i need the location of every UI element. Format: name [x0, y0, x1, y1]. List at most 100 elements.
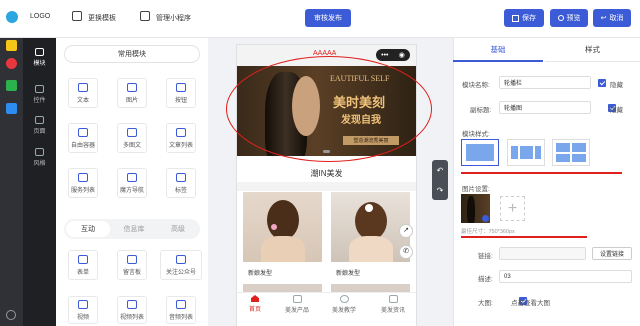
link-input[interactable]	[499, 247, 586, 260]
style-preview-icon	[556, 143, 570, 152]
document-icon[interactable]	[6, 103, 17, 114]
logo-text: LOGO	[30, 13, 51, 20]
module-image[interactable]: 图片	[117, 78, 147, 108]
module-button[interactable]: 按钮	[166, 78, 196, 108]
style-option-3[interactable]	[552, 139, 590, 166]
style-preview-icon	[556, 153, 570, 162]
sidenav-item-controls[interactable]: 控件	[29, 85, 50, 104]
manage-app-link[interactable]: 管理小程序	[156, 13, 191, 23]
module-container[interactable]: 自由容器	[68, 123, 98, 153]
common-modules-header: 常用模块	[64, 45, 200, 63]
module-video-list[interactable]: 视频列表	[117, 296, 147, 324]
change-template-link[interactable]: 更换模板	[88, 13, 116, 23]
sidenav-label: 页面	[33, 129, 46, 135]
plus-square-icon	[35, 48, 44, 56]
undo-icon: ↩	[600, 15, 607, 22]
product-image-1[interactable]	[243, 192, 322, 262]
module-video[interactable]: 视频	[68, 296, 98, 324]
module-article-list[interactable]: 文章列表	[166, 123, 196, 153]
redo-icon[interactable]: ↷	[437, 186, 444, 195]
publish-button[interactable]: 审核发布	[305, 9, 351, 27]
interval-input[interactable]: 03	[499, 270, 632, 283]
sidenav-item-modules[interactable]: 模块	[29, 48, 50, 67]
capsule-menu[interactable]: ••• ◉	[376, 49, 410, 61]
product-label-2: 新娘发型	[336, 271, 361, 277]
bottom-nav-label: 首页	[248, 307, 261, 313]
interval-label: 描述:	[478, 276, 493, 283]
module-form[interactable]: 表单	[68, 250, 98, 280]
form-icon	[78, 254, 88, 264]
tab-info-library[interactable]: 信息库	[112, 221, 156, 237]
home-icon	[251, 295, 259, 302]
undo-icon[interactable]: ↶	[437, 166, 444, 175]
undo-redo-toolbar: ↶ ↷	[432, 160, 448, 200]
phone-call-icon[interactable]: ✆	[399, 245, 413, 259]
bottom-nav-teaching[interactable]: 美发教学	[330, 295, 358, 314]
bottom-nav-home[interactable]: 首页	[243, 295, 267, 313]
module-label: 图片	[125, 97, 138, 104]
style-preview-icon	[572, 153, 586, 162]
target-icon: ◉	[398, 52, 405, 59]
tab-advanced[interactable]: 高级	[156, 221, 200, 237]
module-audio-list[interactable]: 音频列表	[166, 296, 196, 324]
module-side-nav	[23, 38, 56, 326]
section-divider	[237, 182, 416, 191]
module-name-input[interactable]: 轮播栏	[499, 76, 591, 89]
subtitle-input[interactable]: 轮播图	[499, 101, 591, 114]
weibo-icon[interactable]	[6, 58, 17, 69]
click-to-zoom-label: 点击查看大图	[511, 300, 550, 307]
share-icon[interactable]: ↗	[399, 224, 413, 238]
app-logo-icon	[6, 11, 18, 23]
module-label: 文章列表	[168, 142, 193, 149]
style-preview-icon	[519, 146, 533, 159]
set-link-button[interactable]: 设置链接	[592, 247, 632, 260]
add-image-icon[interactable]: +	[500, 196, 525, 221]
video-icon	[78, 299, 88, 309]
product-label-1: 新娘发型	[248, 271, 273, 277]
preview-button[interactable]: 预览	[550, 9, 588, 27]
cancel-button[interactable]: ↩ 取消	[593, 9, 631, 27]
sidenav-item-style[interactable]: 风格	[29, 148, 50, 167]
grid-icon	[35, 85, 44, 93]
style-preview-icon	[534, 146, 541, 159]
module-label: 留言板	[122, 269, 141, 276]
subtitle-label: 副标题:	[470, 107, 492, 114]
star-icon[interactable]	[6, 40, 17, 51]
module-label: 视频列表	[119, 314, 144, 321]
sidenav-item-pages[interactable]: 页面	[29, 116, 50, 135]
module-service-list[interactable]: 服务列表	[68, 168, 98, 198]
bottom-nav-products[interactable]: 美发产品	[283, 295, 311, 314]
module-tag[interactable]: 标签	[166, 168, 196, 198]
suggested-size-hint: 最佳尺寸：750*360px	[461, 229, 515, 235]
tab-style[interactable]: 样式	[545, 38, 640, 62]
module-multi-image-text[interactable]: 多图文	[117, 123, 147, 153]
tab-basic[interactable]: 基础	[453, 38, 543, 62]
save-label: 保存	[522, 15, 536, 22]
style-option-1[interactable]	[461, 139, 499, 166]
brush-icon	[35, 148, 44, 156]
wechat-icon[interactable]	[6, 80, 17, 91]
settings-gear-icon[interactable]	[6, 310, 16, 320]
search-icon	[557, 15, 564, 21]
hide-title-checkbox[interactable]	[598, 79, 606, 87]
tab-interactive[interactable]: 互动	[66, 221, 110, 237]
module-text[interactable]: 文本	[68, 78, 98, 108]
module-cube-nav[interactable]: 魔方导航	[117, 168, 147, 198]
bottom-nav-label: 美发教学	[331, 308, 356, 314]
module-follow-account[interactable]: 关注公众号	[160, 250, 202, 280]
style-option-2[interactable]	[507, 139, 545, 166]
cube-nav-icon	[127, 172, 137, 182]
style-preview-icon	[511, 146, 518, 159]
bottom-nav-news[interactable]: 美发资讯	[379, 295, 407, 314]
module-message-board[interactable]: 留言板	[117, 250, 147, 280]
message-board-icon	[127, 254, 137, 264]
shoulder-shape	[349, 236, 393, 262]
container-icon	[78, 127, 88, 137]
sidenav-label: 控件	[33, 98, 46, 104]
image-thumbnail[interactable]	[461, 194, 490, 223]
button-icon	[176, 82, 186, 92]
module-name-label: 模块名称:	[462, 82, 490, 89]
preview-label: 预览	[566, 15, 581, 22]
save-button[interactable]: 保存	[504, 9, 544, 27]
text-icon	[78, 82, 88, 92]
